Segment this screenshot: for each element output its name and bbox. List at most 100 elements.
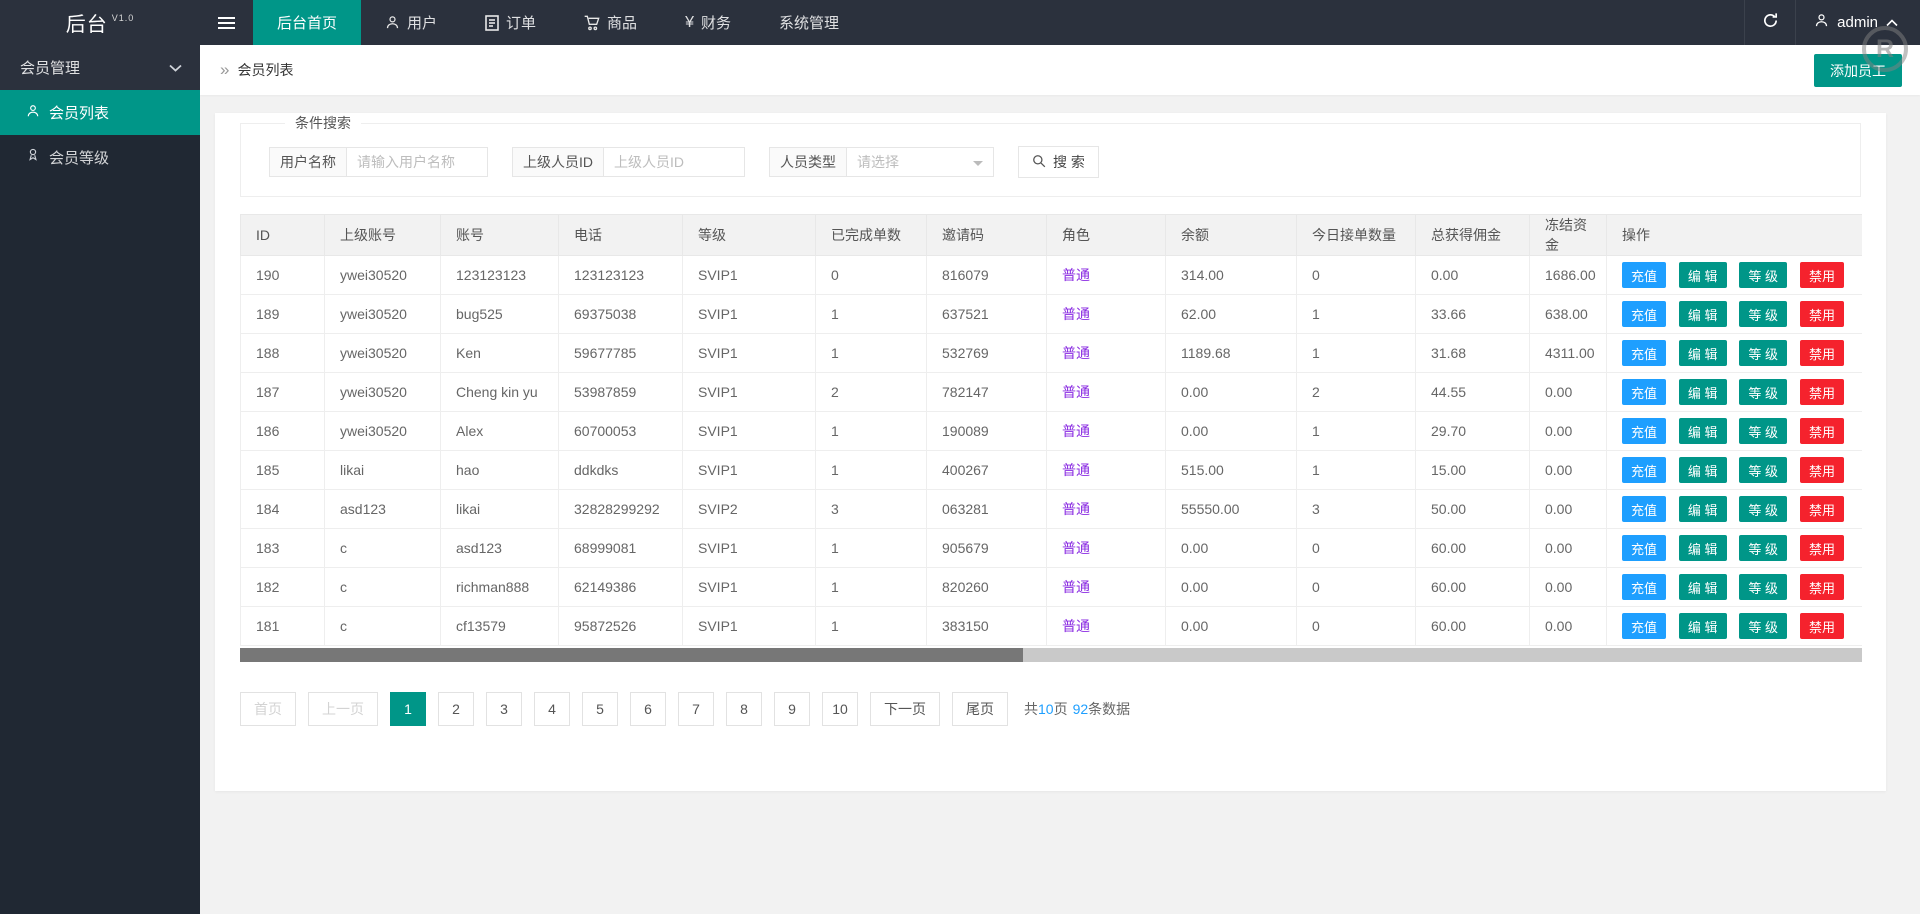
edit-button[interactable]: 编 辑	[1678, 301, 1727, 327]
level-button[interactable]: 等 级	[1739, 613, 1788, 639]
disable-button[interactable]: 禁用	[1799, 496, 1844, 522]
recharge-button[interactable]: 充值	[1622, 574, 1667, 600]
search-button[interactable]: 搜 索	[1018, 146, 1099, 178]
cell-completed-orders: 1	[815, 411, 927, 451]
member-type-select[interactable]: 请选择	[846, 147, 994, 177]
disable-button[interactable]: 禁用	[1799, 340, 1844, 366]
recharge-button[interactable]: 充值	[1622, 262, 1667, 288]
disable-button[interactable]: 禁用	[1799, 613, 1844, 639]
role-link[interactable]: 普通	[1062, 540, 1090, 556]
level-button[interactable]: 等 级	[1739, 574, 1788, 600]
parent-id-input[interactable]	[603, 147, 745, 177]
edit-button[interactable]: 编 辑	[1678, 535, 1727, 561]
level-button[interactable]: 等 级	[1739, 379, 1788, 405]
sidebar-item-member-list[interactable]: 会员列表	[0, 90, 200, 135]
next-page-button[interactable]: 下一页	[870, 692, 940, 726]
col-balance: 余额	[1165, 214, 1297, 256]
page-button[interactable]: 8	[726, 692, 762, 726]
disable-button[interactable]: 禁用	[1799, 301, 1844, 327]
user-menu[interactable]: admin	[1796, 0, 1920, 45]
page-button[interactable]: 7	[678, 692, 714, 726]
cell-invite-code: 190089	[926, 411, 1047, 451]
recharge-button[interactable]: 充值	[1622, 340, 1667, 366]
role-link[interactable]: 普通	[1062, 423, 1090, 439]
edit-button[interactable]: 编 辑	[1678, 340, 1727, 366]
level-button[interactable]: 等 级	[1739, 535, 1788, 561]
level-button[interactable]: 等 级	[1739, 418, 1788, 444]
role-link[interactable]: 普通	[1062, 501, 1090, 517]
edit-button[interactable]: 编 辑	[1678, 262, 1727, 288]
nav-orders[interactable]: 订单	[461, 0, 560, 45]
disable-button[interactable]: 禁用	[1799, 379, 1844, 405]
nav-users[interactable]: 用户	[361, 0, 461, 45]
cell-frozen-funds: 0.00	[1529, 567, 1607, 607]
disable-button[interactable]: 禁用	[1799, 262, 1844, 288]
nav-dashboard[interactable]: 后台首页	[253, 0, 362, 45]
cell-balance: 55550.00	[1165, 489, 1297, 529]
role-link[interactable]: 普通	[1062, 462, 1090, 478]
recharge-button[interactable]: 充值	[1622, 457, 1667, 483]
nav-finance[interactable]: ¥ 财务	[661, 0, 755, 45]
cell-account: Cheng kin yu	[440, 372, 559, 412]
page-button[interactable]: 10	[822, 692, 858, 726]
edit-button[interactable]: 编 辑	[1678, 418, 1727, 444]
page-button[interactable]: 4	[534, 692, 570, 726]
role-link[interactable]: 普通	[1062, 384, 1090, 400]
recharge-button[interactable]: 充值	[1622, 418, 1667, 444]
edit-button[interactable]: 编 辑	[1678, 574, 1727, 600]
sidebar-item-member-level[interactable]: 会员等级	[0, 135, 200, 180]
level-button[interactable]: 等 级	[1739, 340, 1788, 366]
page-button[interactable]: 1	[390, 692, 426, 726]
page-button[interactable]: 2	[438, 692, 474, 726]
recharge-button[interactable]: 充值	[1622, 379, 1667, 405]
recharge-button[interactable]: 充值	[1622, 535, 1667, 561]
cell-id: 189	[240, 294, 325, 334]
cell-actions: 充值 编 辑 等 级 禁用	[1606, 567, 1862, 607]
username-input[interactable]	[346, 147, 488, 177]
menu-toggle-button[interactable]	[200, 0, 253, 45]
cell-phone: ddkdks	[558, 450, 683, 490]
page-button[interactable]: 3	[486, 692, 522, 726]
nav-goods[interactable]: 商品	[560, 0, 661, 45]
recharge-button[interactable]: 充值	[1622, 613, 1667, 639]
cell-id: 184	[240, 489, 325, 529]
cell-frozen-funds: 0.00	[1529, 450, 1607, 490]
edit-button[interactable]: 编 辑	[1678, 613, 1727, 639]
page-button[interactable]: 5	[582, 692, 618, 726]
cell-frozen-funds: 0.00	[1529, 528, 1607, 568]
scrollbar-thumb[interactable]	[240, 648, 1023, 662]
level-button[interactable]: 等 级	[1739, 262, 1788, 288]
recharge-button[interactable]: 充值	[1622, 496, 1667, 522]
refresh-button[interactable]	[1744, 0, 1797, 45]
role-link[interactable]: 普通	[1062, 345, 1090, 361]
horizontal-scrollbar[interactable]	[240, 648, 1862, 662]
sidebar-group-member-management[interactable]: 会员管理	[0, 45, 200, 90]
role-link[interactable]: 普通	[1062, 579, 1090, 595]
nav-system[interactable]: 系统管理	[755, 0, 863, 45]
cell-role: 普通	[1046, 372, 1166, 412]
edit-button[interactable]: 编 辑	[1678, 457, 1727, 483]
last-page-button[interactable]: 尾页	[952, 692, 1008, 726]
page-button[interactable]: 9	[774, 692, 810, 726]
search-button-label: 搜 索	[1053, 154, 1085, 170]
role-link[interactable]: 普通	[1062, 618, 1090, 634]
table-row: 181 c cf13579 95872526 SVIP1 1 383150 普通…	[240, 606, 1862, 646]
role-link[interactable]: 普通	[1062, 306, 1090, 322]
disable-button[interactable]: 禁用	[1799, 418, 1844, 444]
level-button[interactable]: 等 级	[1739, 496, 1788, 522]
disable-button[interactable]: 禁用	[1799, 457, 1844, 483]
page-button[interactable]: 6	[630, 692, 666, 726]
disable-button[interactable]: 禁用	[1799, 535, 1844, 561]
add-employee-button[interactable]: 添加员工	[1814, 54, 1902, 87]
sidebar-item-label: 会员等级	[49, 150, 110, 167]
edit-button[interactable]: 编 辑	[1678, 379, 1727, 405]
edit-button[interactable]: 编 辑	[1678, 496, 1727, 522]
role-link[interactable]: 普通	[1062, 267, 1090, 283]
cell-role: 普通	[1046, 333, 1166, 373]
level-button[interactable]: 等 级	[1739, 301, 1788, 327]
recharge-button[interactable]: 充值	[1622, 301, 1667, 327]
disable-button[interactable]: 禁用	[1799, 574, 1844, 600]
cell-balance: 62.00	[1165, 294, 1297, 334]
cell-id: 181	[240, 606, 325, 646]
level-button[interactable]: 等 级	[1739, 457, 1788, 483]
